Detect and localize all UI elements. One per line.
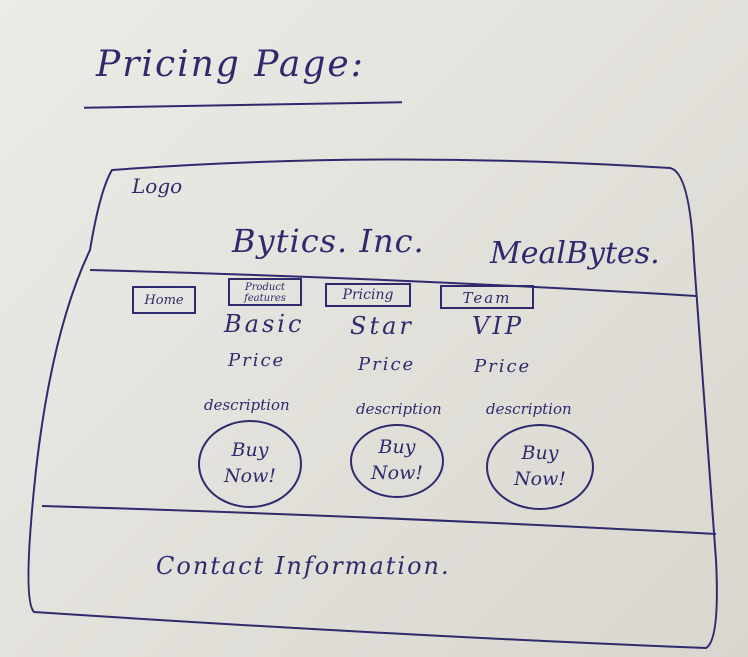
nav-product-features-button[interactable]: Product features [228,278,302,306]
plan-name-basic: Basic [224,310,305,338]
logo-placeholder: Logo [132,174,183,198]
nav-team-button[interactable]: Team [440,285,534,309]
plan-description-vip: description [486,400,572,418]
buy-now-button-basic[interactable]: Buy Now! [198,420,302,508]
footer-contact-information: Contact Information. [156,552,451,580]
plan-name-star: Star [350,312,414,340]
nav-home-button[interactable]: Home [132,286,196,314]
company-name: Bytics. Inc. [232,222,425,260]
buy-now-button-vip[interactable]: Buy Now! [486,424,594,510]
plan-price-vip: Price [474,356,532,377]
footer-divider [41,505,717,535]
plan-description-star: description [356,400,442,418]
product-name: MealBytes. [490,236,660,271]
plan-price-star: Price [358,354,416,375]
plan-name-vip: VIP [472,312,524,340]
nav-pricing-button[interactable]: Pricing [325,283,411,307]
buy-now-button-star[interactable]: Buy Now! [350,424,444,498]
plan-price-basic: Price [228,350,286,371]
plan-description-basic: description [204,396,290,414]
